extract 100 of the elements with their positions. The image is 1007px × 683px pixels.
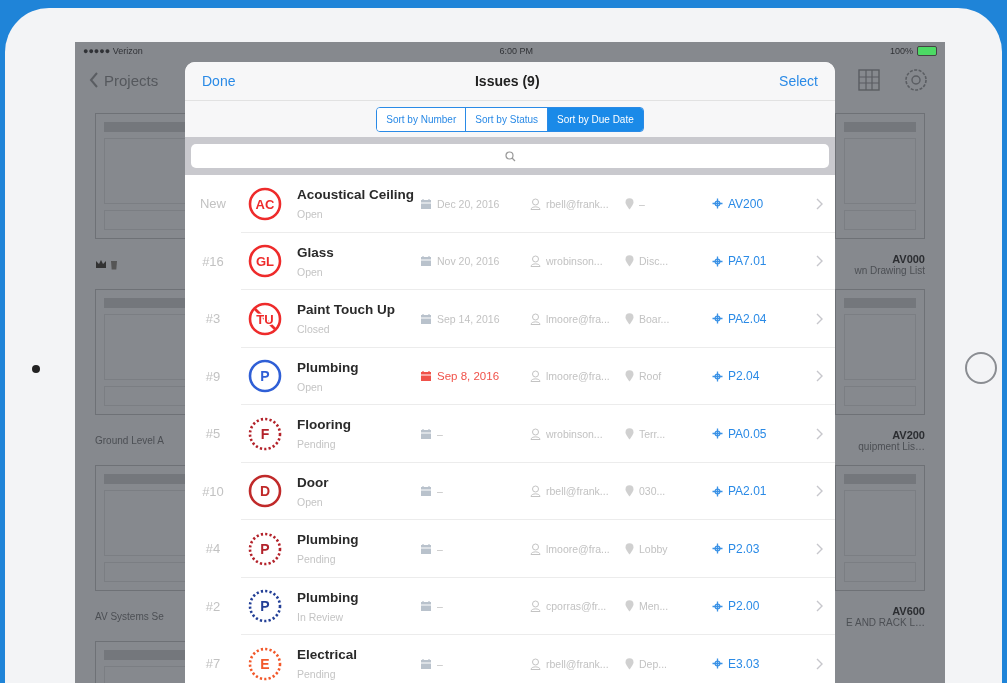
location-label: 030... — [639, 485, 666, 498]
sheet-link[interactable]: P2.03 — [728, 541, 760, 556]
sheet-title: wn Drawing List — [854, 264, 925, 276]
issue-title: Acoustical Ceiling — [297, 187, 416, 203]
sort-tab[interactable]: Sort by Status — [465, 107, 548, 131]
due-date: – — [437, 427, 443, 440]
camera-dot — [32, 365, 40, 373]
person-icon — [530, 485, 541, 498]
issue-number: #9 — [204, 368, 222, 384]
clock-label: 6:00 PM — [499, 46, 534, 56]
carrier-label: ●●●●● Verizon — [83, 46, 143, 56]
grid-icon[interactable] — [857, 68, 881, 92]
issue-badge: AC — [248, 186, 282, 221]
done-button[interactable]: Done — [202, 73, 236, 89]
issue-status: In Review — [297, 610, 345, 623]
location-pin-icon — [625, 255, 634, 268]
sheet-link[interactable]: E3.03 — [728, 656, 760, 671]
calendar-icon — [420, 197, 432, 210]
sheet-link[interactable]: P2.04 — [728, 369, 760, 384]
location-label: Terr... — [639, 427, 666, 440]
due-date: – — [437, 485, 443, 498]
sheet-thumbnail[interactable] — [835, 289, 925, 415]
crown-icon — [95, 259, 107, 269]
assignee-email: wrobinson... — [546, 255, 603, 268]
issue-row[interactable]: #10 D Door Open – rbell@frank... 030... PA2.01 — [185, 462, 835, 520]
location-pin-icon — [625, 427, 634, 440]
sort-tab[interactable]: Sort by Number — [377, 107, 466, 131]
issue-number: #4 — [204, 541, 222, 557]
location-label: Boar... — [639, 312, 670, 325]
chevron-right-icon — [816, 485, 823, 498]
issue-badge: E — [248, 646, 282, 681]
issue-row[interactable]: #2 P Plumbing In Review – cporras@fr... Men... P2.00 — [185, 577, 835, 635]
issue-number: #5 — [204, 426, 222, 442]
calendar-icon — [420, 600, 432, 613]
issue-badge: GL — [248, 244, 282, 279]
issue-title: Paint Touch Up — [297, 302, 396, 318]
sheet-link[interactable]: AV200 — [728, 196, 764, 211]
due-date: Dec 20, 2016 — [437, 197, 500, 210]
search-field[interactable] — [191, 144, 829, 168]
chevron-right-icon — [816, 542, 823, 555]
person-icon — [530, 312, 541, 325]
location-pin-icon — [625, 197, 634, 210]
sheet-number: AV600 — [892, 604, 925, 617]
chevron-right-icon — [816, 197, 823, 210]
issue-row[interactable]: #4 P Plumbing Pending – lmoore@fra... Lobby P2.03 — [185, 520, 835, 578]
location-label: – — [639, 197, 645, 210]
issue-row[interactable]: #16 GL Glass Open Nov 20, 2016 wrobinson... Disc... PA7.01 — [185, 232, 835, 290]
issue-title: Electrical — [297, 647, 359, 663]
sheet-link[interactable]: PA2.01 — [728, 484, 767, 499]
chevron-right-icon — [816, 370, 823, 383]
issue-title: Plumbing — [297, 532, 360, 548]
location-pin-icon — [625, 542, 634, 555]
issue-status: Pending — [297, 438, 337, 451]
location-pin-icon — [625, 485, 634, 498]
issue-title: Door — [297, 474, 330, 490]
person-icon — [530, 370, 541, 383]
sheet-link[interactable]: PA2.04 — [728, 311, 767, 326]
issue-badge: F — [248, 416, 282, 451]
chevron-right-icon — [816, 600, 823, 613]
issue-status: Pending — [297, 553, 337, 566]
due-date: – — [437, 600, 443, 613]
calendar-icon — [420, 542, 432, 555]
back-chevron-icon — [89, 72, 99, 88]
due-date: Sep 8, 2016 — [437, 370, 500, 383]
issue-row[interactable]: #9 P Plumbing Open Sep 8, 2016 lmoore@fra... Roof P2.04 — [185, 347, 835, 405]
sheet-thumbnail[interactable] — [835, 113, 925, 239]
location-pin-icon — [625, 600, 634, 613]
issue-badge: D — [248, 474, 282, 509]
location-label: Lobby — [639, 542, 668, 555]
due-date: – — [437, 657, 443, 670]
assignee-email: rbell@frank... — [546, 197, 609, 210]
issue-status: Open — [297, 495, 324, 508]
issue-number: #16 — [201, 253, 225, 269]
assignee-email: rbell@frank... — [546, 485, 609, 498]
sheet-link[interactable]: PA7.01 — [728, 254, 767, 269]
issue-status: Open — [297, 208, 324, 221]
select-button[interactable]: Select — [779, 73, 818, 89]
settings-icon[interactable] — [903, 67, 929, 93]
location-label: Roof — [639, 370, 662, 383]
location-pin-icon — [625, 312, 634, 325]
assignee-email: lmoore@fra... — [546, 542, 610, 555]
sheet-link[interactable]: P2.00 — [728, 599, 760, 614]
due-date: Nov 20, 2016 — [437, 255, 500, 268]
home-button[interactable] — [964, 352, 997, 384]
issue-row[interactable]: New AC Acoustical Ceiling Open Dec 20, 2016 rbell@frank... – AV200 — [185, 175, 835, 233]
sheet-link[interactable]: PA0.05 — [728, 426, 767, 441]
location-pin-icon — [625, 370, 634, 383]
chevron-right-icon — [816, 657, 823, 670]
issue-title: Flooring — [297, 417, 352, 433]
person-icon — [530, 427, 541, 440]
battery-label: 100% — [889, 46, 913, 56]
sort-tab[interactable]: Sort by Due Date — [547, 107, 643, 131]
issue-badge: P — [248, 589, 282, 624]
trash-icon — [110, 258, 118, 270]
issue-number: #3 — [204, 311, 222, 327]
assignee-email: lmoore@fra... — [546, 312, 610, 325]
issue-row[interactable]: #5 F Flooring Pending – wrobinson... Terr... PA0.05 — [185, 405, 835, 463]
calendar-icon — [420, 427, 432, 440]
battery-icon — [917, 46, 937, 56]
sheet-thumbnail[interactable] — [835, 465, 925, 591]
